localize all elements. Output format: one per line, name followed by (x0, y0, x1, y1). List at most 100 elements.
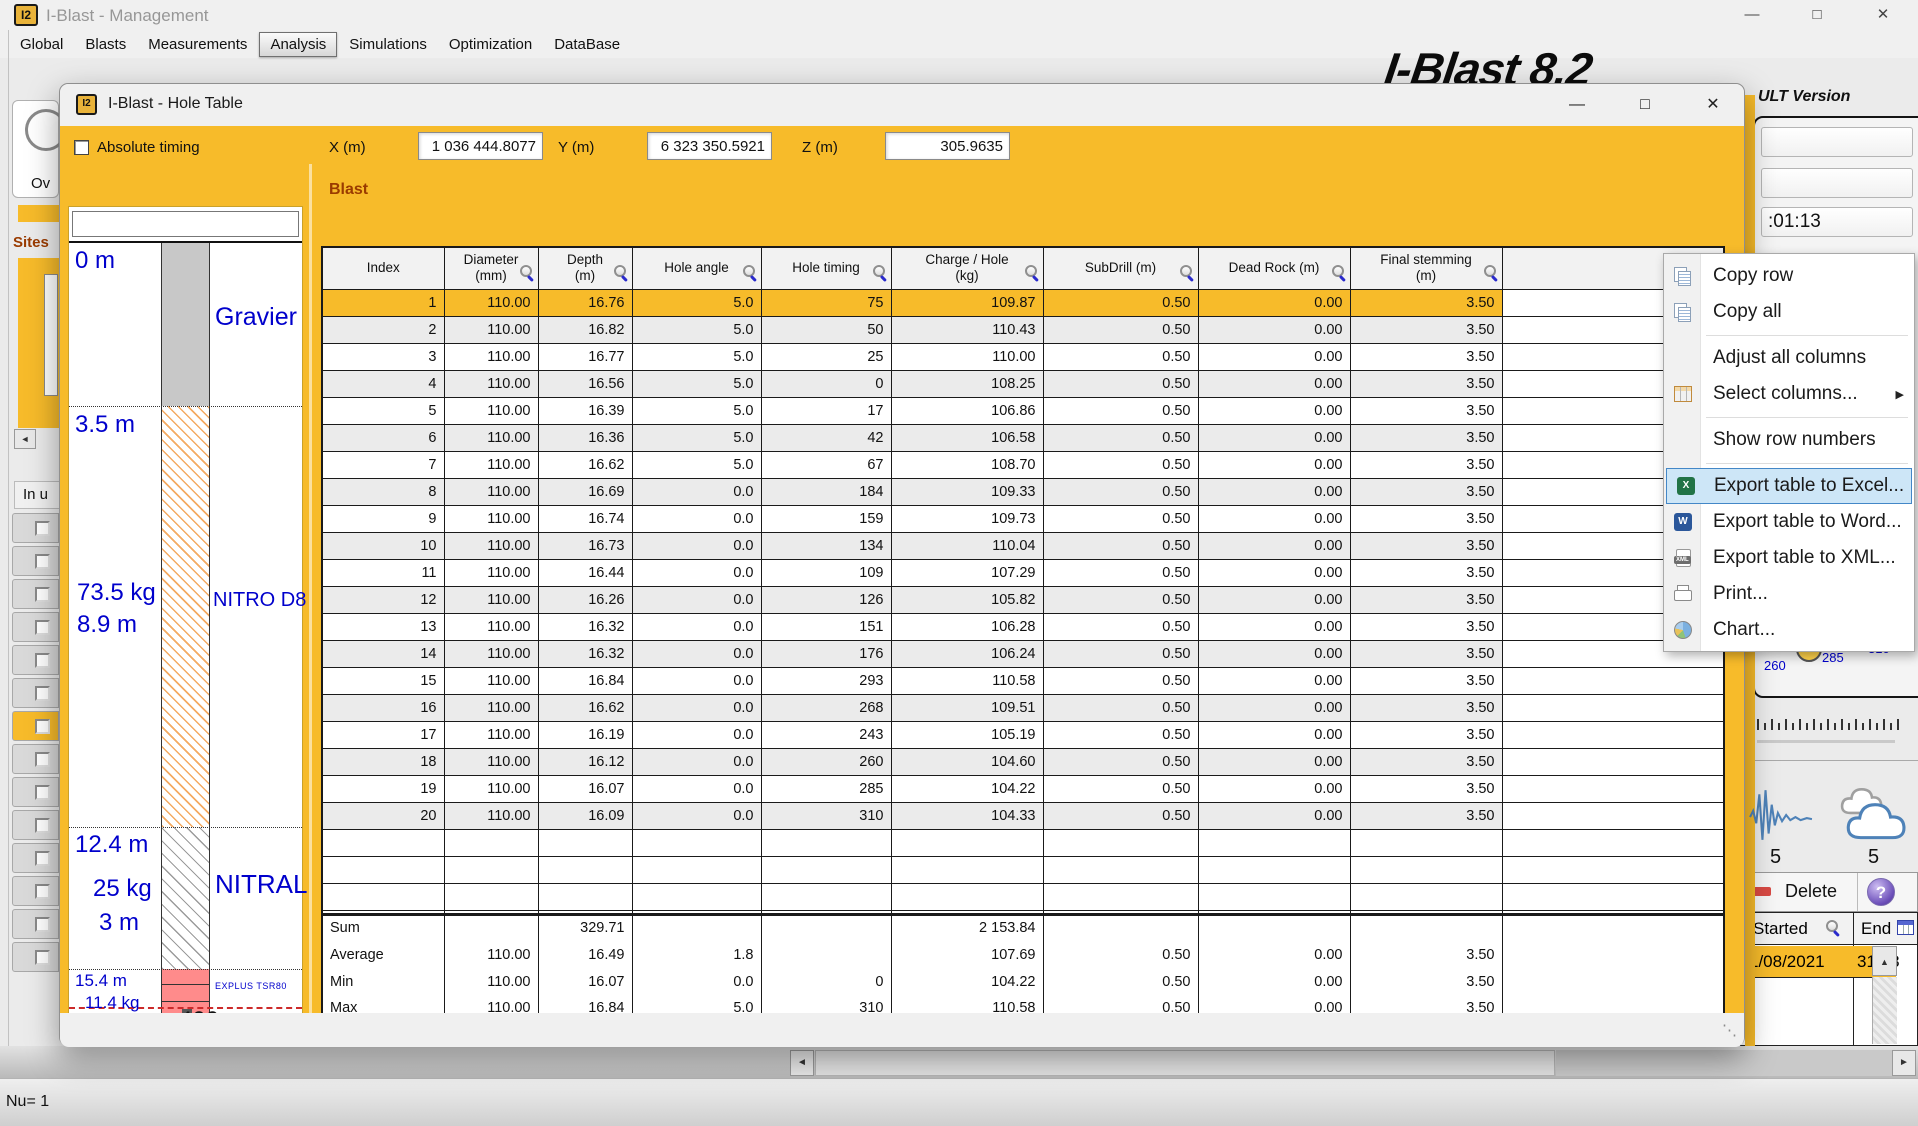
blast-list-item[interactable] (12, 909, 59, 939)
table-row-13[interactable]: 13110.0016.320.0151106.280.500.003.50 (322, 613, 1724, 640)
cell[interactable]: 0.00 (1198, 478, 1350, 505)
cell[interactable]: 0.0 (632, 586, 761, 613)
cell[interactable]: 11 (322, 559, 444, 586)
blast-checkbox[interactable] (35, 620, 50, 635)
cell[interactable]: 104.60 (891, 748, 1043, 775)
cell[interactable]: 0.50 (1043, 613, 1198, 640)
cell[interactable]: 16 (322, 694, 444, 721)
cell[interactable]: 0.50 (1043, 694, 1198, 721)
menu-item-measurements[interactable]: Measurements (138, 33, 257, 56)
dates-scroll-up-button[interactable]: ▲ (1872, 946, 1897, 976)
cell[interactable] (444, 856, 538, 883)
cell[interactable]: 5 (322, 397, 444, 424)
cell[interactable]: 16.32 (538, 640, 632, 667)
cell[interactable]: 110.00 (444, 995, 538, 1013)
scroll-left-button[interactable]: ◄ (14, 429, 36, 449)
cell[interactable]: 16.09 (538, 802, 632, 829)
cell[interactable]: 110.00 (444, 694, 538, 721)
blast-checkbox[interactable] (35, 752, 50, 767)
cell[interactable]: 3.50 (1350, 941, 1502, 968)
cell[interactable]: 3.50 (1350, 451, 1502, 478)
cell[interactable]: 0 (761, 370, 891, 397)
cell[interactable]: 5.0 (632, 370, 761, 397)
cell[interactable]: 16.73 (538, 532, 632, 559)
cell[interactable]: 106.28 (891, 613, 1043, 640)
cell[interactable]: 106.86 (891, 397, 1043, 424)
overview-button[interactable]: Ov (12, 100, 59, 198)
cell[interactable]: 16.19 (538, 721, 632, 748)
table-row-19[interactable]: 19110.0016.070.0285104.220.500.003.50 (322, 775, 1724, 802)
cell[interactable]: 110.00 (444, 802, 538, 829)
cell[interactable]: 16.32 (538, 613, 632, 640)
cell[interactable]: 25 (761, 343, 891, 370)
right-field-2[interactable] (1761, 168, 1913, 198)
cell[interactable]: 0.50 (1043, 451, 1198, 478)
cell[interactable]: 16.62 (538, 694, 632, 721)
cell[interactable] (761, 856, 891, 883)
cell[interactable]: 260 (761, 748, 891, 775)
cell[interactable]: 1.8 (632, 941, 761, 968)
cell[interactable]: 0.0 (632, 721, 761, 748)
cell[interactable]: 0.50 (1043, 370, 1198, 397)
table-row-16[interactable]: 16110.0016.620.0268109.510.500.003.50 (322, 694, 1724, 721)
y-input[interactable] (647, 132, 772, 160)
cell[interactable]: 3.50 (1350, 397, 1502, 424)
cell[interactable]: 16.56 (538, 370, 632, 397)
cell[interactable]: 16.49 (538, 941, 632, 968)
column-search-icon[interactable] (742, 265, 758, 281)
cell[interactable]: 16.39 (538, 397, 632, 424)
cell[interactable]: 0.50 (1043, 397, 1198, 424)
col-header-depth[interactable]: Depth(m) (538, 247, 632, 289)
blast-list-item[interactable] (12, 612, 59, 642)
blast-list-item[interactable] (12, 711, 59, 741)
menu-item-print[interactable]: Print... (1664, 576, 1914, 612)
cell[interactable]: 3.50 (1350, 586, 1502, 613)
cell[interactable]: 110.00 (444, 968, 538, 995)
cell[interactable]: 110.00 (444, 451, 538, 478)
cell[interactable]: 0.00 (1198, 559, 1350, 586)
cell[interactable]: 310 (761, 802, 891, 829)
cell[interactable]: 3.50 (1350, 370, 1502, 397)
cell[interactable]: 20 (322, 802, 444, 829)
cell[interactable] (761, 941, 891, 968)
cell[interactable]: 5.0 (632, 343, 761, 370)
cell[interactable]: 16.82 (538, 316, 632, 343)
cell[interactable] (891, 883, 1043, 910)
blast-list-item[interactable] (12, 513, 59, 543)
cell[interactable]: 108.70 (891, 451, 1043, 478)
cell[interactable]: 109 (761, 559, 891, 586)
blast-checkbox[interactable] (35, 686, 50, 701)
borehole-field[interactable] (72, 211, 299, 237)
table-row-20[interactable]: 20110.0016.090.0310104.330.500.003.50 (322, 802, 1724, 829)
cell[interactable]: 5.0 (632, 424, 761, 451)
cell[interactable]: 0.00 (1198, 370, 1350, 397)
cell[interactable]: 3.50 (1350, 343, 1502, 370)
cell[interactable]: 17 (322, 721, 444, 748)
cell[interactable]: 3.50 (1350, 775, 1502, 802)
cell[interactable]: 109.87 (891, 289, 1043, 316)
cell[interactable]: 0.00 (1198, 451, 1350, 478)
cell[interactable]: 3.50 (1350, 559, 1502, 586)
cell[interactable]: 0.50 (1043, 640, 1198, 667)
cell[interactable]: 107.29 (891, 559, 1043, 586)
cell[interactable]: 3.50 (1350, 478, 1502, 505)
dialog-titlebar[interactable]: I2 I-Blast - Hole Table — □ ✕ (60, 84, 1744, 126)
cell[interactable]: 16.69 (538, 478, 632, 505)
cell[interactable] (538, 829, 632, 856)
cell[interactable]: 0.0 (632, 694, 761, 721)
cell[interactable]: 3.50 (1350, 995, 1502, 1013)
cell[interactable] (444, 914, 538, 941)
cell[interactable]: 3.50 (1350, 694, 1502, 721)
table-row-2[interactable]: 2110.0016.825.050110.430.500.003.50 (322, 316, 1724, 343)
blast-list-item[interactable] (12, 777, 59, 807)
cell[interactable] (891, 829, 1043, 856)
cell[interactable]: 16.74 (538, 505, 632, 532)
cell[interactable]: 0.00 (1198, 397, 1350, 424)
z-input[interactable] (885, 132, 1010, 160)
cell[interactable]: 3.50 (1350, 316, 1502, 343)
cell[interactable]: 104.22 (891, 775, 1043, 802)
cell[interactable]: Max (322, 995, 444, 1013)
cell[interactable]: 12 (322, 586, 444, 613)
cell[interactable]: 75 (761, 289, 891, 316)
cell[interactable] (538, 883, 632, 910)
